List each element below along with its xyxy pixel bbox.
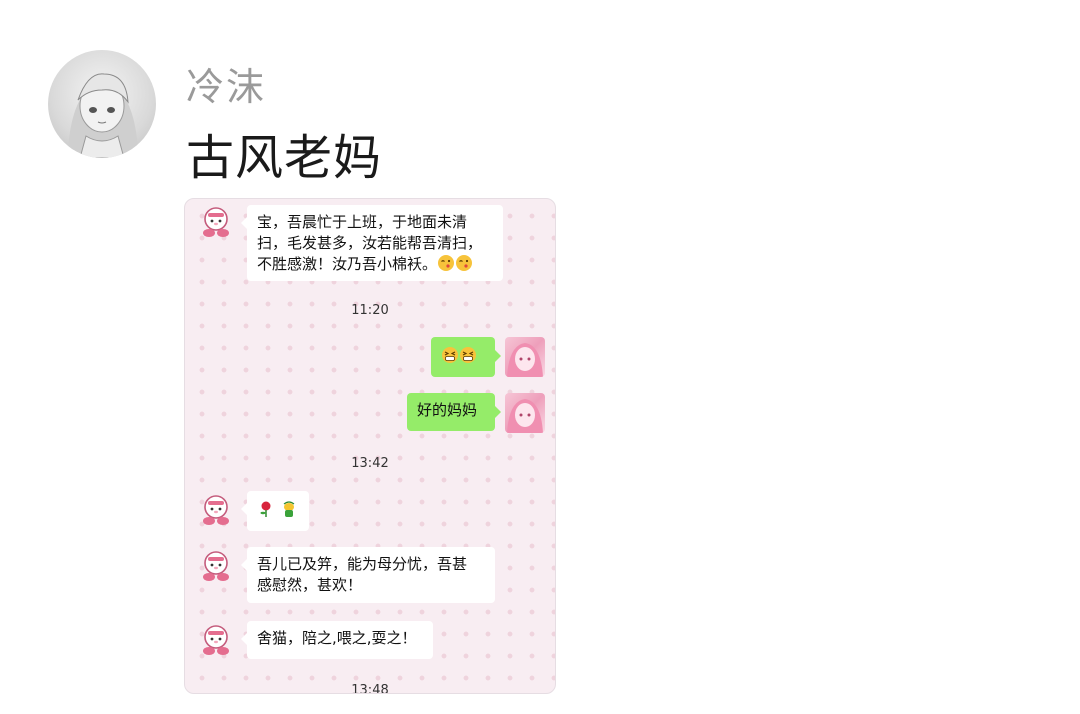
message-text: 吾儿已及笄，能为母分忧，吾甚 bbox=[257, 555, 468, 573]
pink-anime-avatar-icon bbox=[507, 343, 543, 377]
pink-anime-avatar-icon bbox=[507, 399, 543, 433]
message-text: 宝，吾晨忙于上班，于地面未清 bbox=[257, 213, 468, 231]
message-bubble-received[interactable]: 舍猫，陪之,喂之,耍之！ bbox=[241, 621, 433, 659]
message-text: 好的妈妈 bbox=[417, 401, 478, 419]
message-text: 扫，毛发甚多，汝若能帮吾清扫， bbox=[257, 234, 483, 252]
post-username[interactable]: 冷沫 bbox=[186, 56, 266, 111]
timestamp: 13:42 bbox=[351, 456, 389, 471]
message-text: 舍猫，陪之,喂之,耍之！ bbox=[257, 629, 417, 647]
message-bubble-sent[interactable] bbox=[431, 337, 501, 377]
mom-avatar-icon bbox=[199, 205, 233, 239]
message-bubble-received[interactable]: 宝，吾晨忙于上班，于地面未清 扫，毛发甚多，汝若能帮吾清扫， 不胜感激！汝乃吾小… bbox=[241, 205, 503, 281]
chat-screenshot[interactable]: 宝，吾晨忙于上班，于地面未清 扫，毛发甚多，汝若能帮吾清扫， 不胜感激！汝乃吾小… bbox=[184, 198, 556, 694]
grin-emoji-icon bbox=[460, 347, 476, 363]
message-bubble-received[interactable] bbox=[241, 491, 309, 531]
wink-kiss-emoji-icon bbox=[456, 255, 473, 271]
mom-avatar-icon bbox=[199, 549, 233, 583]
grin-emoji-icon bbox=[442, 347, 458, 363]
wink-kiss-emoji-icon bbox=[438, 255, 455, 271]
timestamp: 11:20 bbox=[351, 303, 389, 318]
self-avatar[interactable] bbox=[505, 337, 545, 377]
mom-avatar-icon bbox=[199, 623, 233, 657]
self-avatar[interactable] bbox=[505, 393, 545, 433]
sprout-emoji-icon bbox=[283, 501, 295, 517]
anime-girl-avatar-icon bbox=[68, 73, 138, 158]
message-text: 感慰然，甚欢！ bbox=[257, 576, 363, 594]
message-bubble-received[interactable]: 吾儿已及笄，能为母分忧，吾甚 感慰然，甚欢！ bbox=[241, 547, 495, 603]
rose-emoji-icon bbox=[260, 501, 271, 517]
message-bubble-sent[interactable]: 好的妈妈 bbox=[407, 393, 501, 431]
post-title: 古风老妈 bbox=[186, 130, 383, 186]
message-text: 不胜感激！汝乃吾小棉袄。 bbox=[257, 254, 493, 275]
mom-avatar-icon bbox=[199, 493, 233, 527]
user-avatar[interactable] bbox=[48, 50, 156, 158]
timestamp: 13:48 bbox=[351, 683, 389, 694]
